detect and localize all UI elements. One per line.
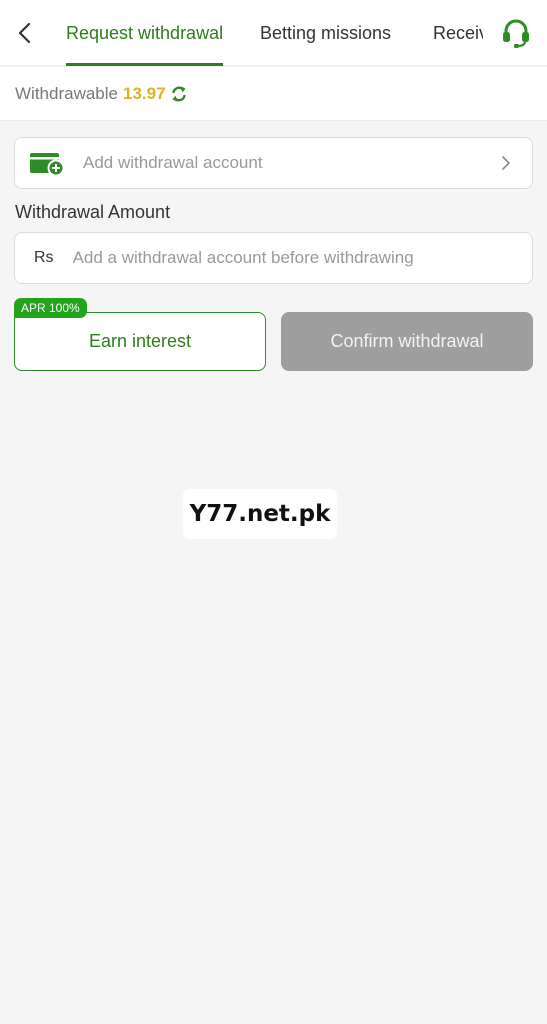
withdrawable-amount: 13.97 <box>123 83 166 103</box>
earn-interest-label: Earn interest <box>88 331 192 351</box>
tab-bar: Request withdrawal Betting missions Rece… <box>46 0 486 66</box>
tab-receive[interactable]: Receiv <box>433 0 483 66</box>
back-button[interactable] <box>10 18 38 48</box>
tab-request-withdrawal[interactable]: Request withdrawal <box>66 0 224 66</box>
wallet-add-icon <box>29 150 65 176</box>
chevron-left-icon <box>17 22 31 44</box>
tab-label: Betting missions <box>260 23 392 43</box>
add-account-label: Add withdrawal account <box>83 153 263 172</box>
watermark: Y77.net.pk <box>183 489 337 539</box>
earn-interest-button[interactable]: Earn interest <box>14 312 266 371</box>
chevron-right-icon <box>498 155 514 171</box>
headset-icon <box>500 17 532 49</box>
active-tab-indicator <box>66 63 224 66</box>
withdrawable-balance-row: Withdrawable 13.97 <box>0 67 547 121</box>
top-header: Request withdrawal Betting missions Rece… <box>0 0 547 66</box>
tab-betting-missions[interactable]: Betting missions <box>260 0 391 66</box>
confirm-withdrawal-button[interactable]: Confirm withdrawal <box>281 312 533 371</box>
tab-label: Request withdrawal <box>66 23 224 43</box>
withdrawal-amount-field[interactable]: Rs <box>14 232 533 284</box>
tab-label: Receiv <box>433 23 483 43</box>
add-withdrawal-account-button[interactable]: Add withdrawal account <box>14 137 533 189</box>
withdrawal-amount-input[interactable] <box>72 238 532 278</box>
withdrawable-label: Withdrawable <box>15 83 118 103</box>
apr-badge: APR 100% <box>14 298 87 318</box>
customer-support-button[interactable] <box>499 16 533 50</box>
refresh-icon[interactable] <box>170 85 188 103</box>
confirm-withdrawal-label: Confirm withdrawal <box>330 331 484 351</box>
withdrawal-amount-title: Withdrawal Amount <box>15 202 171 222</box>
currency-symbol: Rs <box>34 249 54 266</box>
